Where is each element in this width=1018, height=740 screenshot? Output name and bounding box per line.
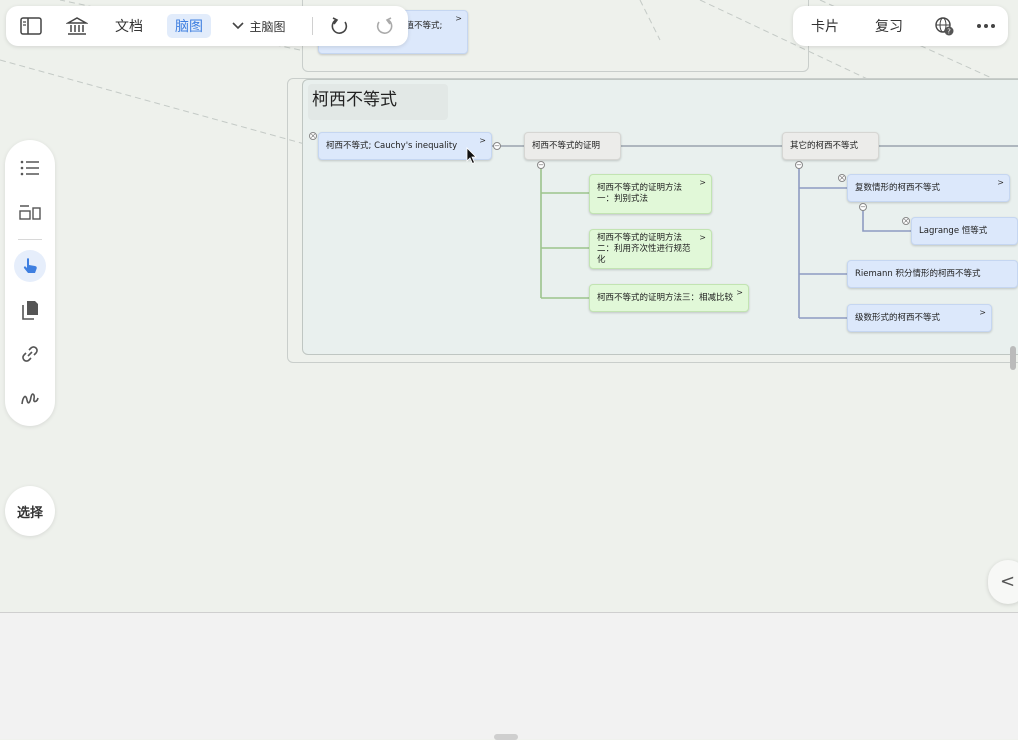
bottom-resize-handle[interactable] xyxy=(494,734,518,740)
complex-collapse-icon[interactable]: × xyxy=(838,174,846,182)
docs-tab[interactable]: 文档 xyxy=(112,6,146,46)
web-help-button[interactable]: ? xyxy=(931,6,957,46)
right-panel-toggle[interactable]: < xyxy=(988,560,1018,604)
redo-icon xyxy=(376,17,393,34)
proof-method-1-label: 柯西不等式的证明方法一：判别式法 xyxy=(597,183,683,204)
expand-arrow-icon[interactable]: > xyxy=(736,287,743,298)
library-button[interactable] xyxy=(64,6,90,46)
library-icon xyxy=(66,17,88,35)
right-toolbar: 卡片 复习 ? xyxy=(793,6,1008,46)
copy-pages-icon xyxy=(22,301,38,320)
root-toggle-icon[interactable]: − xyxy=(493,142,501,150)
select-mode-button[interactable]: 选择 xyxy=(5,486,55,536)
hand-pointer-icon xyxy=(23,258,37,273)
link-button[interactable] xyxy=(14,338,46,370)
svg-text:?: ? xyxy=(947,28,951,36)
proof-method-3[interactable]: 柯西不等式的证明方法三：相减比较 > xyxy=(589,284,749,312)
pages-button[interactable] xyxy=(14,294,46,326)
more-button[interactable] xyxy=(973,6,999,46)
root-node-label: 柯西不等式; Cauchy's inequality xyxy=(326,140,458,151)
sidebar-icon xyxy=(20,17,42,35)
complex-node-label: 复数情形的柯西不等式 xyxy=(855,182,941,193)
toolbar-divider xyxy=(312,17,313,35)
undo-button[interactable] xyxy=(328,6,352,46)
group-title[interactable]: 柯西不等式 xyxy=(308,84,448,120)
proof-node-label: 柯西不等式的证明 xyxy=(532,140,601,151)
outline-button[interactable] xyxy=(14,152,46,184)
card-button[interactable]: 卡片 xyxy=(809,6,841,46)
proof-method-2[interactable]: 柯西不等式的证明方法二：利用齐次性进行规范化 > xyxy=(589,229,712,269)
main-mindmap-dropdown[interactable]: 主脑图 xyxy=(228,6,290,46)
lagrange-node-label: Lagrange 恒等式 xyxy=(919,225,988,236)
root-collapse-icon[interactable]: × xyxy=(309,132,317,140)
series-node-label: 级数形式的柯西不等式 xyxy=(855,312,941,323)
proof-node[interactable]: 柯西不等式的证明 xyxy=(524,132,621,160)
redo-button[interactable] xyxy=(372,6,396,46)
expand-arrow-icon[interactable]: > xyxy=(997,177,1004,188)
main-mindmap-label: 主脑图 xyxy=(249,19,286,34)
more-icon xyxy=(977,24,995,28)
mouse-cursor-icon xyxy=(466,147,477,165)
riemann-node[interactable]: Riemann 积分情形的柯西不等式 xyxy=(847,260,1018,288)
pointer-tool-button[interactable] xyxy=(14,250,46,282)
proof-method-1[interactable]: 柯西不等式的证明方法一：判别式法 > xyxy=(589,174,712,214)
expand-arrow-icon[interactable]: > xyxy=(699,232,706,243)
series-node[interactable]: 级数形式的柯西不等式 > xyxy=(847,304,992,332)
dashed-link xyxy=(0,59,313,147)
sidebar-divider xyxy=(18,239,42,240)
other-collapse-icon[interactable]: − xyxy=(795,161,803,169)
other-node-label: 其它的柯西不等式 xyxy=(790,140,859,151)
left-sidebar xyxy=(5,140,55,426)
complex-node[interactable]: 复数情形的柯西不等式 > xyxy=(847,174,1010,202)
proof-method-2-label: 柯西不等式的证明方法二：利用齐次性进行规范化 xyxy=(597,232,691,265)
review-button[interactable]: 复习 xyxy=(873,6,905,46)
main-toolbar: 文档 脑图 主脑图 xyxy=(6,6,408,46)
vertical-scrollbar[interactable] xyxy=(1010,346,1016,370)
layout-icon xyxy=(19,205,41,220)
mindmap-tab[interactable]: 脑图 xyxy=(167,14,211,38)
globe-help-icon: ? xyxy=(935,17,954,36)
layout-button[interactable] xyxy=(14,196,46,228)
freehand-draw-icon xyxy=(21,393,39,405)
link-icon xyxy=(22,346,38,362)
expand-arrow-icon[interactable]: > xyxy=(455,13,462,24)
expand-arrow-icon[interactable]: > xyxy=(699,177,706,188)
riemann-node-label: Riemann 积分情形的柯西不等式 xyxy=(855,268,981,279)
proof-collapse-icon[interactable]: − xyxy=(537,161,545,169)
complex-toggle-icon[interactable]: − xyxy=(859,203,867,211)
lagrange-node[interactable]: Lagrange 恒等式 xyxy=(911,217,1018,245)
list-icon xyxy=(20,160,39,176)
draw-button[interactable] xyxy=(14,382,46,414)
proof-method-3-label: 柯西不等式的证明方法三：相减比较 xyxy=(597,292,734,303)
mindmap-canvas[interactable]: 的值不等式; 基 > 柯西不等式 × 柯西不等式; Cauchy's inequ… xyxy=(0,0,1018,612)
bottom-panel xyxy=(0,612,1018,739)
chevron-left-icon: < xyxy=(1000,571,1016,592)
sidebar-toggle-button[interactable] xyxy=(18,6,44,46)
chevron-down-icon xyxy=(232,22,245,30)
other-node[interactable]: 其它的柯西不等式 xyxy=(782,132,879,160)
lagrange-collapse-icon[interactable]: × xyxy=(902,217,910,225)
expand-arrow-icon[interactable]: > xyxy=(479,135,486,146)
expand-arrow-icon[interactable]: > xyxy=(979,307,986,318)
undo-icon xyxy=(331,17,348,34)
